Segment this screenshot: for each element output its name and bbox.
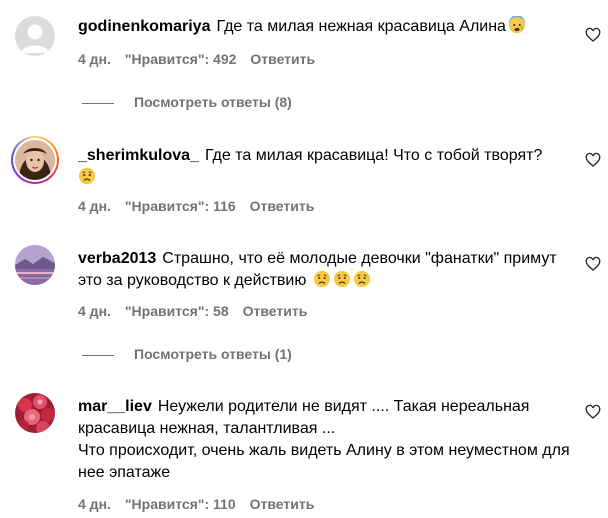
comment-likes[interactable]: "Нравится": 492: [125, 51, 236, 67]
divider-line: [82, 354, 114, 356]
comment-meta: 4 дн. "Нравится": 116 Ответить: [78, 198, 328, 214]
heart-icon[interactable]: [585, 256, 601, 272]
story-ring[interactable]: [11, 136, 59, 184]
view-replies-label[interactable]: Посмотреть ответы (8): [134, 94, 292, 110]
view-replies-button[interactable]: Посмотреть ответы (1): [82, 346, 292, 362]
comment-body: _sherimkulova_ Где та милая красавица! Чт…: [78, 145, 576, 189]
comment-time: 4 дн.: [78, 303, 111, 319]
comment-text: Где та милая нежная красавица Алина: [216, 18, 506, 35]
default-avatar-icon[interactable]: [15, 16, 55, 56]
reply-button[interactable]: Ответить: [250, 51, 315, 67]
sad-face-emoji: [333, 270, 350, 288]
comment-time: 4 дн.: [78, 496, 111, 512]
comment-username[interactable]: verba2013: [78, 250, 156, 267]
heart-icon[interactable]: [585, 404, 601, 420]
comment-body: mar__liev Неужели родители не видят .... …: [78, 396, 576, 484]
reply-button[interactable]: Ответить: [243, 303, 308, 319]
comment-meta: 4 дн. "Нравится": 58 Ответить: [78, 303, 321, 319]
heart-icon[interactable]: [585, 152, 601, 168]
reply-button[interactable]: Ответить: [250, 496, 315, 512]
view-replies-button[interactable]: Посмотреть ответы (8): [82, 94, 292, 110]
comment-text: Где та милая красавица! Что с тобой твор…: [204, 147, 543, 164]
comment-meta: 4 дн. "Нравится": 110 Ответить: [78, 496, 328, 512]
view-replies-label[interactable]: Посмотреть ответы (1): [134, 346, 292, 362]
reply-button[interactable]: Ответить: [250, 198, 315, 214]
comment-username[interactable]: mar__liev: [78, 398, 152, 415]
heart-icon[interactable]: [585, 27, 601, 43]
comment-username[interactable]: godinenkomariya: [78, 18, 210, 35]
comment-time: 4 дн.: [78, 51, 111, 67]
avatar[interactable]: [15, 245, 55, 285]
comment-likes[interactable]: "Нравится": 116: [125, 198, 236, 214]
comment-body: godinenkomariya Где та милая нежная краса…: [78, 16, 576, 38]
avatar[interactable]: [15, 393, 55, 433]
sad-face-emoji: [78, 167, 96, 185]
comment-text-continued: Что происходит, очень жаль видеть Алину …: [78, 442, 570, 481]
comment-likes[interactable]: "Нравится": 58: [125, 303, 229, 319]
comment-body: verba2013 Страшно, что её молодые девочки…: [78, 248, 576, 292]
avatar: [15, 140, 55, 180]
comment-time: 4 дн.: [78, 198, 111, 214]
comment-meta: 4 дн. "Нравится": 492 Ответить: [78, 51, 329, 67]
comment-likes[interactable]: "Нравится": 110: [125, 496, 236, 512]
sad-face-emoji: [313, 270, 330, 288]
anxious-face-emoji: [508, 16, 526, 34]
ring-gap: [13, 138, 57, 182]
divider-line: [82, 102, 114, 104]
comment-username[interactable]: _sherimkulova_: [78, 147, 199, 164]
sad-face-emoji: [353, 270, 370, 288]
